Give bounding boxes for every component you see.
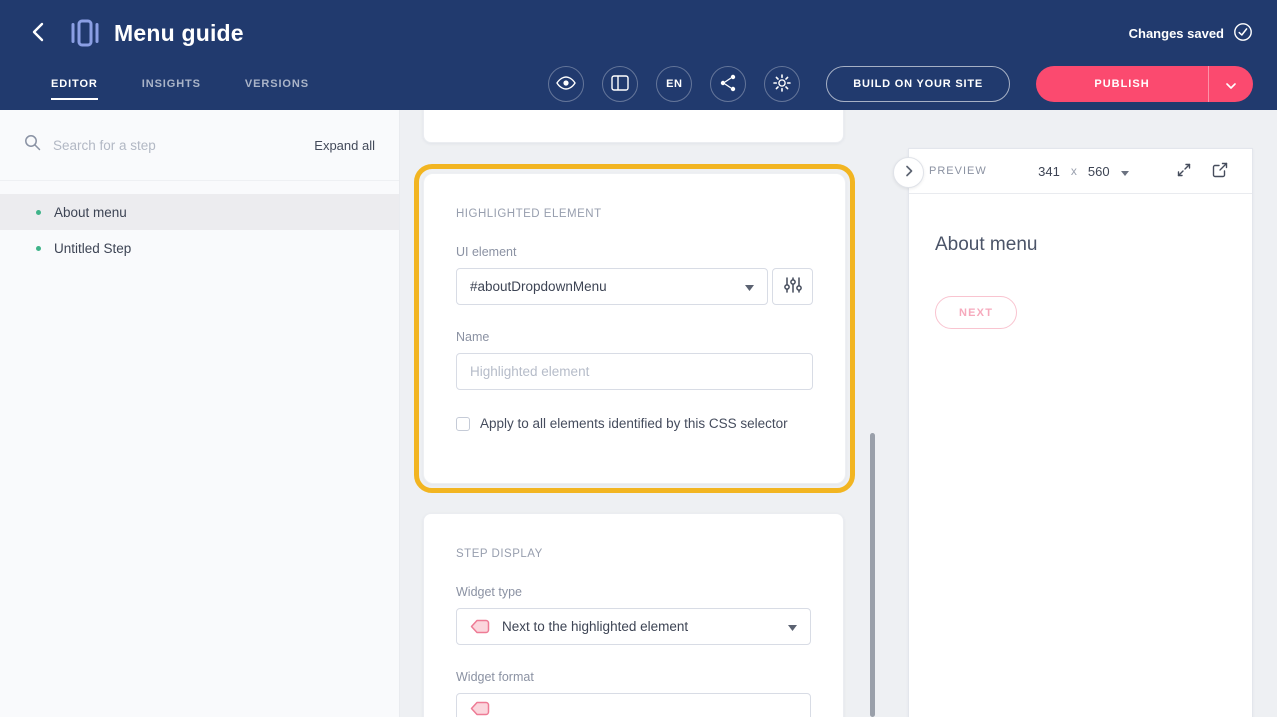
layout-icon — [611, 75, 629, 94]
preview-size-select[interactable]: 341 x 560 — [1030, 164, 1128, 179]
editor-scrollbar[interactable] — [870, 433, 875, 717]
preview-body: About menu NEXT — [909, 194, 1252, 353]
chevron-down-icon — [745, 279, 754, 294]
guide-logo-icon — [70, 18, 100, 48]
share-icon — [720, 74, 736, 95]
page-title: Menu guide — [114, 20, 244, 47]
settings-button[interactable] — [764, 66, 800, 102]
language-button[interactable]: EN — [656, 66, 692, 102]
publish-button[interactable]: PUBLISH — [1036, 66, 1208, 102]
open-in-new-tab-button[interactable] — [1208, 159, 1232, 183]
preview-title: PREVIEW — [929, 165, 987, 177]
step-status-dot — [36, 210, 41, 215]
changes-saved-label: Changes saved — [1129, 26, 1224, 41]
section-title: HIGHLIGHTED ELEMENT — [456, 208, 813, 220]
tooltip-widget-icon — [470, 618, 490, 635]
main-area: Expand all About menu Untitled Step HIGH… — [0, 110, 1277, 717]
expand-icon — [1176, 162, 1192, 181]
ui-element-value: #aboutDropdownMenu — [470, 279, 745, 294]
step-label: About menu — [54, 205, 127, 220]
preview-header: PREVIEW 341 x 560 — [909, 149, 1252, 194]
ui-element-row: #aboutDropdownMenu — [456, 268, 813, 305]
step-display-card: STEP DISPLAY Widget type Next to the hig… — [423, 513, 844, 717]
step-search-input[interactable] — [53, 138, 302, 153]
preview-step-title: About menu — [935, 234, 1226, 256]
preview-eye-button[interactable] — [548, 66, 584, 102]
preview-column: PREVIEW 341 x 560 — [908, 110, 1277, 717]
chevron-down-icon — [1226, 77, 1236, 92]
next-button[interactable]: NEXT — [935, 296, 1017, 329]
previous-settings-card-partial — [423, 110, 844, 143]
chevron-down-icon — [1121, 164, 1129, 179]
search-icon — [24, 134, 41, 156]
apply-all-checkbox[interactable] — [456, 417, 470, 431]
publish-options-button[interactable] — [1208, 66, 1253, 102]
step-item-about-menu[interactable]: About menu — [0, 194, 399, 230]
share-button[interactable] — [710, 66, 746, 102]
preview-height-value: 560 — [1088, 164, 1110, 179]
widget-type-value: Next to the highlighted element — [502, 619, 788, 634]
tab-editor[interactable]: EDITOR — [51, 58, 98, 110]
step-status-dot — [36, 246, 41, 251]
top-header: Menu guide Changes saved EDITOR INSIGHTS… — [0, 0, 1277, 110]
step-search-row: Expand all — [0, 110, 399, 181]
widget-format-select[interactable] — [456, 693, 811, 717]
tooltip-widget-icon — [470, 700, 490, 717]
sliders-icon — [784, 277, 802, 296]
tab-insights[interactable]: INSIGHTS — [142, 58, 201, 110]
step-label: Untitled Step — [54, 241, 131, 256]
widget-type-label: Widget type — [456, 585, 811, 599]
section-title: STEP DISPLAY — [456, 548, 811, 560]
element-name-input[interactable] — [456, 353, 813, 390]
size-separator: x — [1071, 164, 1077, 178]
back-button[interactable] — [24, 19, 52, 47]
publish-button-group: PUBLISH — [1036, 66, 1253, 102]
preview-width-value: 341 — [1038, 164, 1060, 179]
step-item-untitled-step[interactable]: Untitled Step — [0, 230, 399, 266]
expand-all-button[interactable]: Expand all — [314, 138, 375, 153]
highlighted-element-card: HIGHLIGHTED ELEMENT UI element #aboutDro… — [423, 173, 846, 484]
gear-icon — [773, 74, 791, 95]
app-root: Menu guide Changes saved EDITOR INSIGHTS… — [0, 0, 1277, 717]
collapse-preview-button[interactable] — [893, 157, 924, 188]
chevron-down-icon — [788, 619, 797, 634]
header-actions: EN BUILD ON YOUR SITE PUBLISH — [548, 66, 1253, 102]
widget-format-label: Widget format — [456, 670, 811, 684]
build-on-your-site-button[interactable]: BUILD ON YOUR SITE — [826, 66, 1010, 102]
header-toolbar-row: EDITOR INSIGHTS VERSIONS EN — [24, 58, 1253, 110]
steps-sidebar: Expand all About menu Untitled Step — [0, 110, 400, 717]
editor-canvas: HIGHLIGHTED ELEMENT UI element #aboutDro… — [400, 110, 908, 717]
highlighted-section-ring: HIGHLIGHTED ELEMENT UI element #aboutDro… — [414, 164, 855, 493]
step-list: About menu Untitled Step — [0, 181, 399, 266]
preview-actions — [1172, 159, 1232, 183]
chevron-left-icon — [31, 22, 45, 45]
apply-all-row[interactable]: Apply to all elements identified by this… — [456, 416, 813, 431]
apply-all-label: Apply to all elements identified by this… — [480, 416, 788, 431]
ui-element-select[interactable]: #aboutDropdownMenu — [456, 268, 768, 305]
tab-versions[interactable]: VERSIONS — [245, 58, 309, 110]
changes-saved-status: Changes saved — [1129, 22, 1253, 45]
element-selector-settings-button[interactable] — [772, 268, 813, 305]
chevron-right-icon — [905, 165, 913, 180]
name-label: Name — [456, 330, 813, 344]
preview-panel: PREVIEW 341 x 560 — [908, 148, 1253, 717]
widget-type-select[interactable]: Next to the highlighted element — [456, 608, 811, 645]
ui-element-label: UI element — [456, 245, 813, 259]
external-link-icon — [1212, 162, 1228, 181]
layout-button[interactable] — [602, 66, 638, 102]
editor-tabs: EDITOR INSIGHTS VERSIONS — [51, 58, 309, 110]
expand-preview-button[interactable] — [1172, 159, 1196, 183]
eye-icon — [556, 76, 576, 93]
saved-check-icon — [1233, 22, 1253, 45]
header-title-row: Menu guide Changes saved — [24, 0, 1253, 58]
